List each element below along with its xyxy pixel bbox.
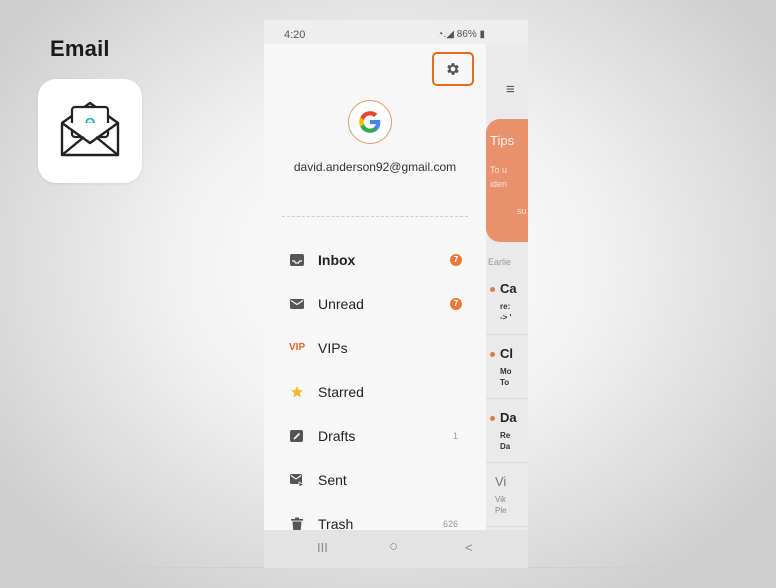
- phone-screen: 4:20 ◔.◢ 86% ▮ ≡ Tips To u iden su Earlie…: [264, 20, 528, 568]
- unread-dot: [490, 287, 495, 292]
- list-item[interactable]: Cl Mo To: [486, 334, 528, 399]
- trash-icon: [291, 517, 303, 531]
- drawer-item-label: Drafts: [318, 428, 356, 444]
- unread-count-badge: 7: [450, 298, 462, 310]
- drawer-item-label: Starred: [318, 384, 364, 400]
- status-bar: 4:20 ◔.◢ 86% ▮: [264, 20, 528, 44]
- tips-text: To u iden: [490, 165, 508, 189]
- drawer-item-label: Sent: [318, 472, 347, 488]
- list-item[interactable]: Da Re Da: [486, 398, 528, 463]
- settings-button[interactable]: [432, 52, 474, 86]
- section-header: Earlie: [488, 257, 512, 267]
- account-email: david.anderson92@gmail.com: [293, 160, 457, 174]
- drawer-item-label: Unread: [318, 296, 364, 312]
- google-logo-icon: [359, 111, 381, 133]
- slide-title: Email: [50, 36, 110, 61]
- drafts-icon: [290, 430, 303, 442]
- drawer-item-starred[interactable]: Starred: [264, 371, 486, 415]
- unread-dot: [490, 352, 495, 357]
- home-button[interactable]: ○: [389, 538, 398, 555]
- drawer-item-inbox[interactable]: Inbox 7: [264, 239, 486, 283]
- item-count: 1: [452, 431, 458, 441]
- unread-dot: [490, 416, 495, 421]
- status-indicators: ◔.◢ 86% ▮: [437, 29, 485, 40]
- inbox-icon: [290, 254, 304, 266]
- hamburger-menu-icon[interactable]: ≡: [506, 81, 515, 98]
- list-item[interactable]: Ca re: -> ': [486, 269, 528, 335]
- recents-button[interactable]: III: [317, 540, 328, 555]
- envelope-icon: [290, 299, 304, 309]
- battery-percent: 86%: [456, 29, 477, 40]
- item-count: 626: [442, 519, 458, 529]
- drawer-item-label: VIPs: [318, 340, 348, 356]
- divider: [282, 216, 468, 217]
- drawer-item-unread[interactable]: Unread 7: [264, 283, 486, 327]
- mailbox-list-behind: ≡ Tips To u iden su Earlie Ca re: -> ' Cl …: [486, 44, 528, 554]
- system-nav-bar: III ○ <: [264, 530, 528, 568]
- battery-icon: ▮: [476, 29, 485, 40]
- gear-icon: [447, 63, 459, 75]
- drawer-item-drafts[interactable]: Drafts 1: [264, 415, 486, 459]
- account-avatar[interactable]: [348, 100, 392, 144]
- status-time: 4:20: [284, 29, 306, 41]
- navigation-drawer: david.anderson92@gmail.com Inbox 7 Unrea…: [264, 44, 486, 554]
- wifi-signal-icon: ◔.◢: [437, 29, 457, 40]
- email-app-icon: e: [38, 79, 142, 183]
- tips-action[interactable]: su: [517, 206, 527, 216]
- unread-count-badge: 7: [450, 254, 462, 266]
- vip-icon: VIP: [289, 342, 306, 353]
- tips-card[interactable]: Tips To u iden su: [486, 119, 528, 242]
- back-button[interactable]: <: [465, 540, 473, 555]
- sent-icon: [290, 474, 304, 487]
- drawer-item-sent[interactable]: Sent: [264, 459, 486, 503]
- list-item[interactable]: Vi Vik Ple: [486, 462, 528, 527]
- star-icon: [291, 386, 303, 398]
- drawer-item-label: Inbox: [318, 252, 356, 268]
- tips-title: Tips: [490, 133, 515, 148]
- open-envelope-icon: e: [60, 101, 120, 157]
- drawer-item-vips[interactable]: VIP VIPs: [264, 327, 486, 371]
